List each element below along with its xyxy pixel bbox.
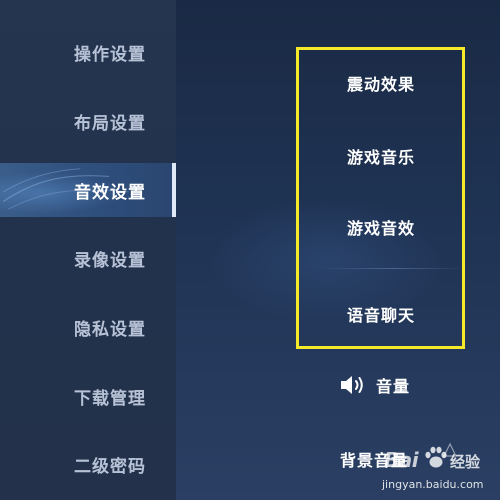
sidebar-item-recording[interactable]: 录像设置 xyxy=(0,232,176,284)
corner-badge-icon xyxy=(443,442,457,457)
sidebar-item-layout[interactable]: 布局设置 xyxy=(0,95,176,147)
sidebar-item-label: 布局设置 xyxy=(74,113,146,134)
watermark-url: jingyan.baidu.com xyxy=(382,478,484,491)
game-sfx-option[interactable]: 游戏音效 xyxy=(326,215,436,239)
volume-section: 音量 xyxy=(338,372,410,398)
sidebar-item-sound[interactable]: 音效设置 xyxy=(0,163,176,217)
game-music-option[interactable]: 游戏音乐 xyxy=(326,144,436,168)
sidebar-nav: 操作设置 布局设置 音效设置 录像设置 隐私设置 下载管理 二级密码 xyxy=(0,0,176,500)
sidebar-item-label: 音效设置 xyxy=(74,182,146,203)
sidebar-item-downloads[interactable]: 下载管理 xyxy=(0,370,176,422)
sidebar-item-label: 下载管理 xyxy=(74,388,146,409)
baidu-watermark: Bai 经验 jingyan.baidu.com xyxy=(380,440,498,498)
voice-chat-option[interactable]: 语音聊天 xyxy=(326,302,436,326)
vibration-option[interactable]: 震动效果 xyxy=(326,71,436,95)
baidu-logo: Bai xyxy=(384,448,419,472)
sidebar-item-label: 录像设置 xyxy=(74,250,146,271)
section-divider xyxy=(318,268,468,269)
sidebar-item-label: 二级密码 xyxy=(74,456,146,477)
sidebar-item-secondary-password[interactable]: 二级密码 xyxy=(0,438,176,490)
sidebar-item-privacy[interactable]: 隐私设置 xyxy=(0,301,176,353)
volume-label: 音量 xyxy=(376,377,411,396)
sidebar-item-label: 操作设置 xyxy=(74,44,146,65)
sidebar-item-label: 隐私设置 xyxy=(74,319,146,340)
sidebar-item-controls[interactable]: 操作设置 xyxy=(0,26,176,78)
speaker-icon xyxy=(341,376,363,394)
